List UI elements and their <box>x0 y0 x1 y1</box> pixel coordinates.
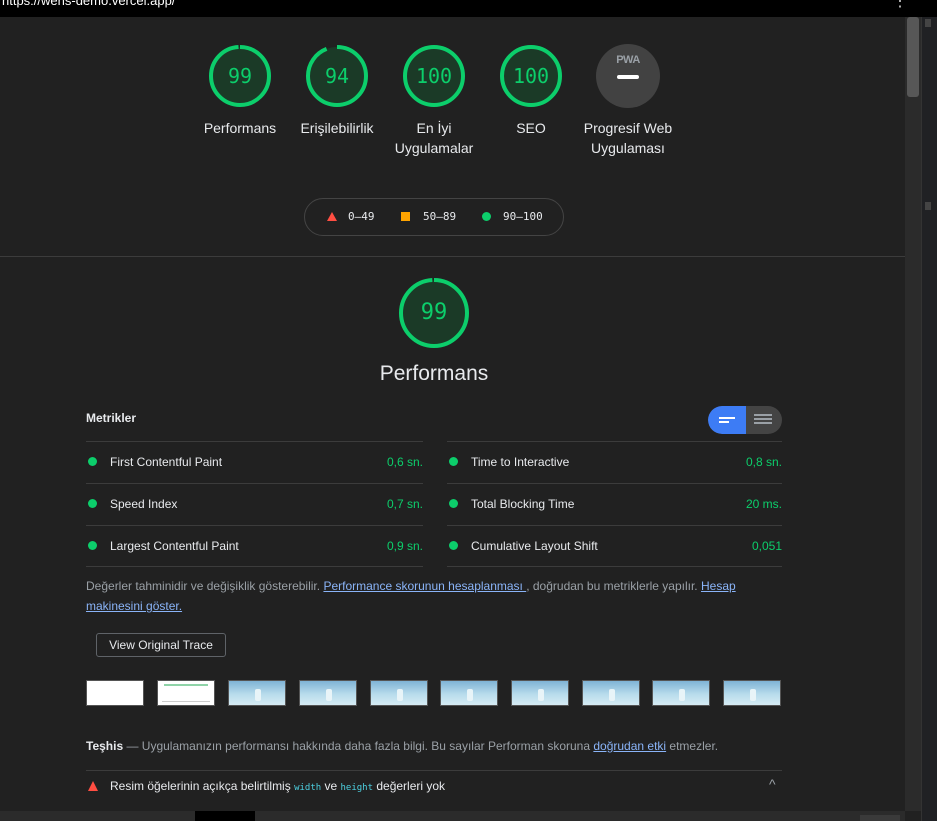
score-ring: 100 <box>499 44 563 108</box>
panel-marker <box>925 202 931 210</box>
scrollbar-thumb[interactable] <box>907 17 919 97</box>
metric-value: 20 ms. <box>745 497 782 511</box>
compact-view-button[interactable] <box>708 406 746 434</box>
section-divider <box>0 256 905 257</box>
filmstrip-frame <box>440 680 498 706</box>
pwa-badge-text: PWA <box>616 54 640 66</box>
gauge-label: En İyi Uygulamalar <box>394 120 474 156</box>
legend-average: 50–89 <box>423 210 457 223</box>
score-legend: 0–49 50–89 90–100 <box>304 198 564 236</box>
pass-circle-icon <box>449 541 458 550</box>
metric-label: Cumulative Layout Shift <box>471 539 598 553</box>
chevron-up-icon[interactable]: ^ <box>769 776 776 792</box>
legend-pass: 90–100 <box>503 210 543 223</box>
score-ring: 94 <box>305 44 369 108</box>
line-icon <box>719 417 735 419</box>
metric-value: 0,9 sn. <box>386 539 423 553</box>
filmstrip-frame <box>299 680 357 706</box>
bottom-bar <box>0 811 905 821</box>
fail-triangle-icon <box>88 781 98 791</box>
score-ring: 99 <box>208 44 272 108</box>
pass-circle-icon <box>449 457 458 466</box>
url-text[interactable]: https://wens-demo.vercel.app/ <box>2 0 175 8</box>
pass-circle-icon <box>88 499 97 508</box>
metrics-note: Değerler tahminidir ve değişiklik göster… <box>86 579 736 613</box>
address-bar: https://wens-demo.vercel.app/ ⋮ <box>0 0 937 17</box>
average-square-icon <box>401 212 410 221</box>
code-width: width <box>294 783 322 793</box>
legend-fail: 0–49 <box>348 210 375 223</box>
fail-triangle-icon <box>327 212 337 221</box>
filmstrip-frame <box>723 680 781 706</box>
metric-label: Time to Interactive <box>471 455 570 469</box>
metric-value: 0,8 sn. <box>745 455 782 469</box>
diagnostics-description: Teşhis — Uygulamanızın performansı hakkı… <box>86 739 719 753</box>
pass-circle-icon <box>449 499 458 508</box>
score-calculation-link[interactable]: Performance skorunun hesaplanması <box>323 579 526 593</box>
expanded-view-button[interactable] <box>746 406 782 434</box>
side-panel <box>921 17 937 821</box>
metric-value: 0,051 <box>751 539 782 553</box>
filmstrip-frame <box>652 680 710 706</box>
more-menu-icon[interactable]: ⋮ <box>892 0 908 10</box>
audit-title: Resim öğelerinin açıkça belirtilmiş widt… <box>110 779 446 793</box>
filmstrip-frame <box>86 680 144 706</box>
pass-circle-icon <box>482 212 491 221</box>
pass-circle-icon <box>88 541 97 550</box>
filmstrip-frame <box>157 680 215 706</box>
row-divider <box>86 441 423 442</box>
direct-impact-link[interactable]: doğrudan etki <box>593 739 666 753</box>
row-divider <box>86 483 423 484</box>
code-height: height <box>340 783 374 793</box>
score-ring: 100 <box>402 44 466 108</box>
score-value: 94 <box>324 64 350 88</box>
big-score-value: 99 <box>420 300 448 325</box>
pwa-badge: PWA <box>596 44 660 108</box>
row-divider <box>447 483 782 484</box>
metrics-heading: Metrikler <box>86 411 137 425</box>
row-divider <box>447 441 782 442</box>
bottom-indicator <box>860 815 900 821</box>
score-value: 100 <box>512 64 550 88</box>
section-title: Performans <box>379 362 489 385</box>
diagnostics-label: Teşhis <box>86 739 124 753</box>
metrics-view-toggle[interactable] <box>708 406 782 434</box>
audit-divider <box>86 770 782 771</box>
metric-label: Total Blocking Time <box>471 497 575 511</box>
metric-value: 0,7 sn. <box>386 497 423 511</box>
metric-label: Speed Index <box>110 497 178 511</box>
metric-label: First Contentful Paint <box>110 455 223 469</box>
row-divider <box>447 566 782 567</box>
gauge-label: Erişilebilirlik <box>300 120 374 136</box>
filmstrip-frame <box>370 680 428 706</box>
panel-marker <box>925 19 931 27</box>
row-divider <box>86 566 423 567</box>
filmstrip-frame <box>228 680 286 706</box>
view-original-trace-button[interactable]: View Original Trace <box>96 633 226 657</box>
metric-label: Largest Contentful Paint <box>110 539 239 553</box>
score-value: 99 <box>227 64 253 88</box>
gauge-label: Performans <box>203 120 277 136</box>
pass-circle-icon <box>88 457 97 466</box>
filmstrip-frame <box>511 680 569 706</box>
bottom-tab[interactable] <box>195 811 255 821</box>
row-divider <box>447 525 782 526</box>
gauge-label: Progresif Web Uygulaması <box>583 120 673 156</box>
filmstrip-frame <box>582 680 640 706</box>
line-icon <box>719 421 729 423</box>
row-divider <box>86 525 423 526</box>
pwa-dash-icon <box>617 75 639 79</box>
metric-value: 0,6 sn. <box>386 455 423 469</box>
score-value: 100 <box>415 64 453 88</box>
gauge-label: SEO <box>516 120 546 136</box>
vertical-scrollbar[interactable] <box>905 17 921 811</box>
